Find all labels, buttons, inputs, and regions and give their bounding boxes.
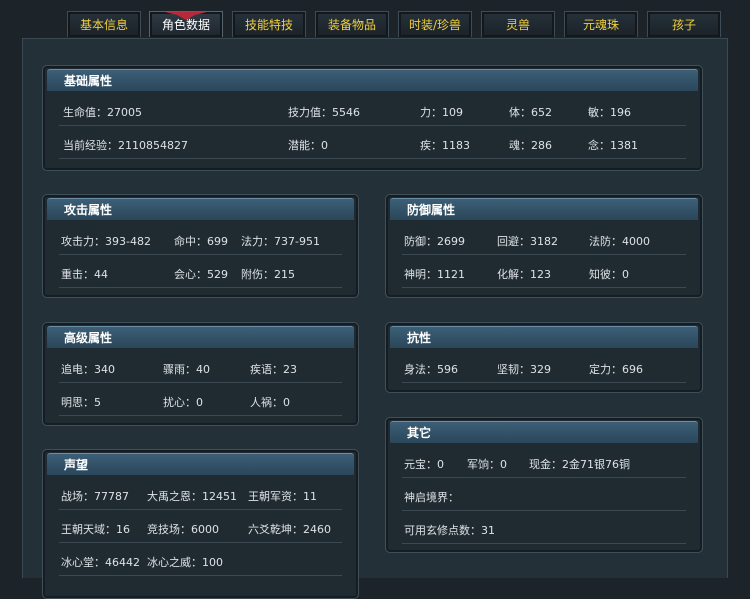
stat-toughness: 坚韧：329 [497,363,551,376]
tab-fashion-pets[interactable]: 时装/珍兽 [398,11,472,37]
stat-speed: 疾：1183 [420,139,470,152]
panel-basic-attributes: 基础属性 生命值：27005 技力值：5546 力：109 体：652 敏：19… [42,65,703,171]
stat-row: 防御：2699 回避：3182 法防：4000 [402,224,686,255]
stat-composure: 定力：696 [589,363,643,376]
stat-skill-points: 技力值：5546 [288,106,360,119]
stat-row: 身法：596 坚韧：329 定力：696 [402,352,686,383]
stat-row: 可用玄修点数：31 [402,513,686,544]
stat-dynasty-domain: 王朝天域：16 [61,523,130,536]
stat-agility: 敏：196 [588,106,631,119]
stat-dayu-grace: 大禹之恩：12451 [147,490,237,503]
stat-defense: 防御：2699 [404,235,465,248]
stat-dodge: 回避：3182 [497,235,558,248]
panel-other: 其它 元宝：0 军饷：0 现金：2金71银76铜 神启境界： 可用玄修点数：31 [385,417,703,553]
panel-title: 基础属性 [47,69,698,91]
stat-hit: 命中：699 [174,235,228,248]
stat-chase-lightning: 追电：340 [61,363,115,376]
stat-body-method: 身法：596 [404,363,458,376]
tab-skills[interactable]: 技能特技 [232,11,306,37]
tab-label: 元魂珠 [582,18,619,32]
stat-attack: 攻击力：393-482 [61,235,151,248]
stat-row: 生命值：27005 技力值：5546 力：109 体：652 敏：196 [59,95,686,126]
stat-row: 元宝：0 军饷：0 现金：2金71银76铜 [402,447,686,478]
stat-hp: 生命值：27005 [63,106,142,119]
stat-row: 攻击力：393-482 命中：699 法力：737-951 [59,224,342,255]
stat-row: 神明：1121 化解：123 知彼：0 [402,257,686,288]
stat-soul: 魂：286 [509,139,552,152]
active-tab-ornament-icon [165,12,207,20]
stat-row: 明思：5 扰心：0 人祸：0 [59,385,342,416]
tab-label: 孩子 [671,18,696,32]
stat-resolve: 化解：123 [497,268,551,281]
stat-arena: 竞技场：6000 [147,523,219,536]
stat-military-pay: 军饷：0 [467,458,507,471]
tab-label: 时装/珍兽 [408,18,462,32]
panel-title: 攻击属性 [47,198,354,220]
stat-row: 追电：340 骤雨：40 疾语：23 [59,352,342,383]
stat-divine-realm: 神启境界： [404,491,459,504]
stat-potential: 潜能：0 [288,139,328,152]
panel-reputation: 声望 战场：77787 大禹之恩：12451 王朝军资：11 王朝天域：16 竞… [42,449,359,599]
stat-mind: 念：1381 [588,139,638,152]
panel-title: 抗性 [390,326,698,348]
stat-magic-power: 法力：737-951 [241,235,320,248]
tab-spirit-beast[interactable]: 灵兽 [481,11,555,37]
stat-row: 当前经验：2110854827 潜能：0 疾：1183 魂：286 念：1381 [59,128,686,159]
tab-label: 技能特技 [244,18,293,32]
panel-attack-attributes: 攻击属性 攻击力：393-482 命中：699 法力：737-951 重击：44… [42,194,359,298]
stat-row: 重击：44 会心：529 附伤：215 [59,257,342,288]
panel-advanced-attributes: 高级属性 追电：340 骤雨：40 疾语：23 明思：5 扰心：0 人祸：0 [42,322,359,426]
stat-row: 神启境界： [402,480,686,511]
stat-know-enemy: 知彼：0 [589,268,629,281]
tab-character-data[interactable]: 角色数据 [149,11,223,37]
stat-magic-defense: 法防：4000 [589,235,650,248]
stat-clear-thought: 明思：5 [61,396,101,409]
tab-equipment[interactable]: 装备物品 [315,11,389,37]
tab-basic-info[interactable]: 基本信息 [67,11,141,37]
stat-disturb: 扰心：0 [163,396,203,409]
tab-label: 装备物品 [327,18,376,32]
stat-strength: 力：109 [420,106,463,119]
stat-divine: 神明：1121 [404,268,465,281]
stat-experience: 当前经验：2110854827 [63,139,188,152]
stat-heavy-hit: 重击：44 [61,268,108,281]
character-data-content: 基础属性 生命值：27005 技力值：5546 力：109 体：652 敏：19… [22,38,728,599]
tab-bar: 基本信息 角色数据 技能特技 装备物品 时装/珍兽 灵兽 元魂珠 孩子 [0,0,750,40]
stat-quick-chant: 疾语：23 [250,363,297,376]
stat-cultivation-points: 可用玄修点数：31 [404,524,495,537]
tab-children[interactable]: 孩子 [647,11,721,37]
stat-row: 冰心堂：46442 冰心之威：100 [59,545,342,576]
panel-title: 防御属性 [390,198,698,220]
stat-critical: 会心：529 [174,268,228,281]
stat-liuyao-qiankun: 六爻乾坤：2460 [248,523,331,536]
panel-title: 声望 [47,453,354,475]
stat-extra-damage: 附伤：215 [241,268,295,281]
stat-ingot: 元宝：0 [404,458,444,471]
stat-calamity: 人祸：0 [250,396,290,409]
stat-cash: 现金：2金71银76铜 [529,458,630,471]
stat-row: 王朝天域：16 竞技场：6000 六爻乾坤：2460 [59,512,342,543]
tab-label: 灵兽 [505,18,530,32]
stat-row: 战场：77787 大禹之恩：12451 王朝军资：11 [59,479,342,510]
stat-sudden-rain: 骤雨：40 [163,363,210,376]
stat-dynasty-supplies: 王朝军资：11 [248,490,317,503]
stat-bingxin-might: 冰心之威：100 [147,556,223,569]
tab-label: 基本信息 [79,18,128,32]
panel-title: 其它 [390,421,698,443]
stat-bingxin-hall: 冰心堂：46442 [61,556,140,569]
panel-resistance: 抗性 身法：596 坚韧：329 定力：696 [385,322,703,393]
tab-soul-orb[interactable]: 元魂珠 [564,11,638,37]
panel-title: 高级属性 [47,326,354,348]
panel-defense-attributes: 防御属性 防御：2699 回避：3182 法防：4000 神明：1121 化解：… [385,194,703,298]
stat-constitution: 体：652 [509,106,552,119]
stat-battlefield: 战场：77787 [61,490,129,503]
tab-label: 角色数据 [161,18,210,32]
